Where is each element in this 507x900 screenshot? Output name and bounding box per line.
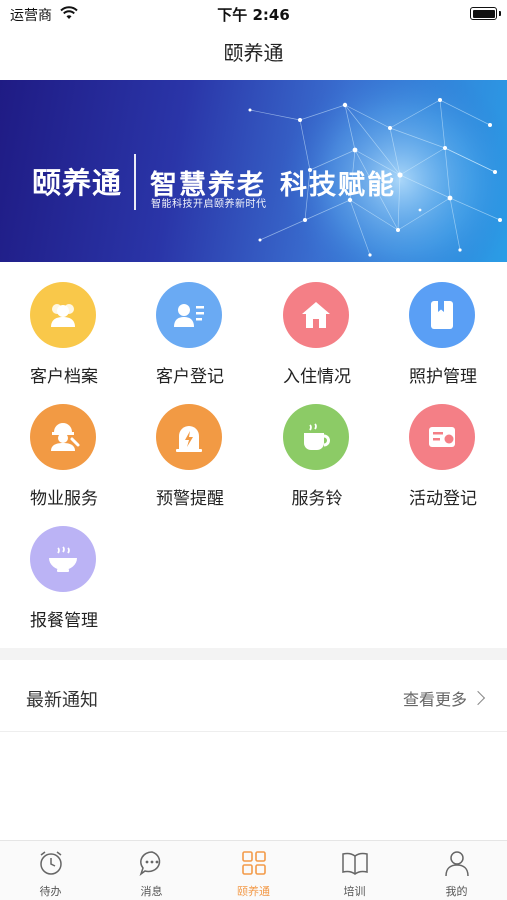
cup-icon xyxy=(283,404,349,470)
grid-item-label: 活动登记 xyxy=(409,489,477,509)
view-more-link[interactable]: 查看更多 xyxy=(402,686,486,710)
worker-icon xyxy=(30,404,96,470)
grid-item-label: 服务铃 xyxy=(291,489,343,509)
tab-training[interactable]: 培训 xyxy=(304,841,405,900)
banner-logo-text: 颐养通 xyxy=(32,166,123,200)
status-bar: 运营商 下午 2:46 xyxy=(0,0,507,28)
tab-todo[interactable]: 待办 xyxy=(0,841,101,900)
grid-item-meal-management[interactable]: 报餐管理 xyxy=(9,526,119,636)
chat-bubble-icon xyxy=(139,851,161,877)
grid-item-warning-alert[interactable]: 预警提醒 xyxy=(135,404,245,514)
grid-item-label: 客户登记 xyxy=(156,367,224,387)
tab-label: 消息 xyxy=(140,885,163,898)
people-icon xyxy=(30,282,96,348)
home-icon xyxy=(283,282,349,348)
grid-item-service-bell[interactable]: 服务铃 xyxy=(262,404,372,514)
grid-item-check-in-status[interactable]: 入住情况 xyxy=(262,282,372,392)
grid-item-label: 照护管理 xyxy=(409,367,477,387)
grid-item-activity-registration[interactable]: 活动登记 xyxy=(388,404,498,514)
tab-label: 颐养通 xyxy=(237,885,270,898)
grid-item-label: 客户档案 xyxy=(30,367,98,387)
banner-divider xyxy=(134,154,136,210)
notice-header: 最新通知 查看更多 xyxy=(0,660,507,732)
ticket-icon xyxy=(409,404,475,470)
page-title: 颐养通 xyxy=(223,41,284,65)
tab-bar: 待办 消息 颐养通 培训 我的 xyxy=(0,840,507,900)
grid-item-label: 预警提醒 xyxy=(156,489,224,509)
alarm-icon xyxy=(156,404,222,470)
view-more-label: 查看更多 xyxy=(402,690,467,709)
banner-subtitle: 智能科技开启颐养新时代 xyxy=(151,199,267,210)
grid-item-customer-registration[interactable]: 客户登记 xyxy=(135,282,245,392)
section-divider xyxy=(0,648,507,660)
notice-title: 最新通知 xyxy=(26,690,98,711)
grid-item-label: 物业服务 xyxy=(30,489,98,509)
grid-item-label: 入住情况 xyxy=(283,367,351,387)
id-card-icon xyxy=(156,282,222,348)
open-book-icon xyxy=(342,852,368,875)
book-icon xyxy=(409,282,475,348)
tab-mine[interactable]: 我的 xyxy=(406,841,507,900)
user-icon xyxy=(445,851,469,877)
bowl-icon xyxy=(30,526,96,592)
grid-item-label: 报餐管理 xyxy=(30,611,98,631)
tab-label: 待办 xyxy=(39,885,62,898)
tab-label: 培训 xyxy=(343,885,366,898)
battery-icon xyxy=(470,7,501,20)
promo-banner[interactable]: 颐养通 智慧养老 科技赋能 智能科技开启颐养新时代 xyxy=(0,80,507,262)
tab-messages[interactable]: 消息 xyxy=(101,841,202,900)
banner-headline-part-2: 科技赋能 xyxy=(280,170,396,201)
grid-item-care-management[interactable]: 照护管理 xyxy=(388,282,498,392)
alarm-clock-icon xyxy=(40,851,62,875)
tab-label: 我的 xyxy=(445,885,468,898)
grid-item-customer-archive[interactable]: 客户档案 xyxy=(9,282,119,392)
grid-icon xyxy=(242,851,266,875)
chevron-right-icon xyxy=(470,690,486,706)
clock-time: 下午 2:46 xyxy=(217,6,290,24)
tab-yiyangtong[interactable]: 颐养通 xyxy=(203,841,304,900)
grid-item-property-service[interactable]: 物业服务 xyxy=(9,404,119,514)
